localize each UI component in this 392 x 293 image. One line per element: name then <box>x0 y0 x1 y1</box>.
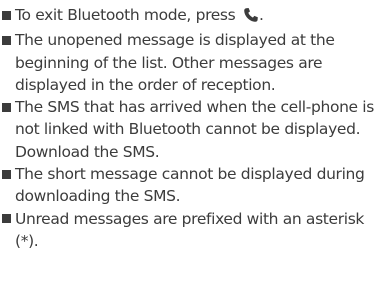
phone-handset-icon <box>243 7 259 29</box>
bullet-icon <box>2 214 11 224</box>
bullet-icon <box>2 102 11 112</box>
bullet-icon <box>2 35 11 45</box>
note-trailing: . <box>258 6 264 24</box>
note-short-message-downloading: The short message cannot be displayed du… <box>2 163 388 208</box>
note-unread-asterisk: Unread messages are prefixed with an ast… <box>2 208 388 253</box>
notes-page: To exit Bluetooth mode, press . The unop… <box>0 0 392 293</box>
note-sms-not-linked: The SMS that has arrived when the cell-p… <box>2 96 388 163</box>
note-text: Unread messages are prefixed with an ast… <box>15 209 365 250</box>
bullet-icon <box>2 10 11 20</box>
note-text: To exit Bluetooth mode, press <box>15 6 240 24</box>
note-unopened-message: The unopened message is displayed at the… <box>2 29 388 96</box>
note-text: The SMS that has arrived when the cell-p… <box>15 98 374 161</box>
note-text: The short message cannot be displayed du… <box>15 165 365 206</box>
note-exit-bluetooth: To exit Bluetooth mode, press . <box>2 4 388 29</box>
bullet-icon <box>2 169 11 179</box>
note-text: The unopened message is displayed at the… <box>15 31 335 94</box>
